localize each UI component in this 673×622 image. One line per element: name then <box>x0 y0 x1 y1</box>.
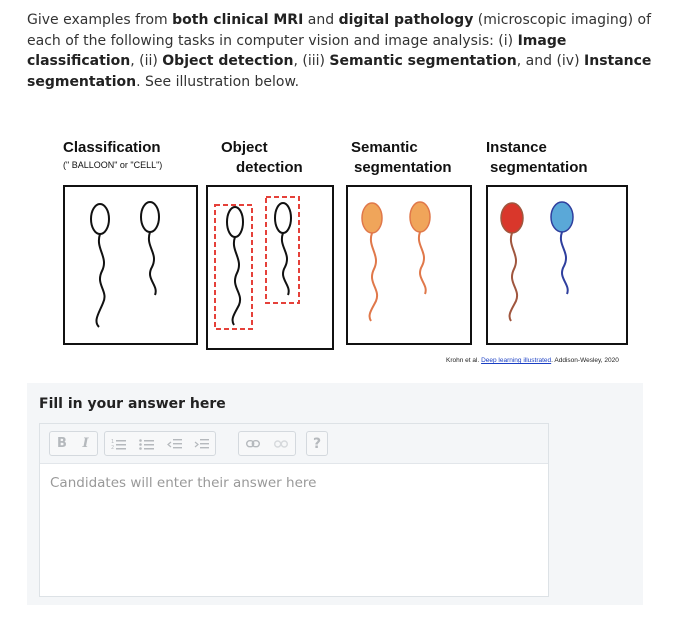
link-group <box>238 431 296 456</box>
credit-publisher: . Addison-Wesley, 2020 <box>551 357 619 364</box>
question-text-segment: , and (iv) <box>516 53 585 69</box>
question-bold-term: digital pathology <box>338 12 474 28</box>
detection-balloons <box>214 196 300 330</box>
outdent-button[interactable] <box>161 432 189 455</box>
bullet-list-button[interactable] <box>133 432 161 455</box>
column-title-semantic-segmentation: segmentation <box>354 159 452 176</box>
classification-balloons <box>90 201 160 328</box>
editor-toolbar: B I 12 ? <box>40 424 548 464</box>
answer-textarea[interactable]: Candidates will enter their answer here <box>40 464 548 596</box>
question-bold-term: Object detection <box>162 53 294 69</box>
link-button[interactable] <box>239 432 267 455</box>
column-title-instance-segmentation: segmentation <box>490 159 588 176</box>
column-title-instance: Instance <box>486 139 547 156</box>
answer-label: Fill in your answer here <box>39 396 226 412</box>
bold-button[interactable]: B <box>50 432 74 455</box>
question-text-segment: and <box>303 12 339 28</box>
column-title-semantic: Semantic <box>351 139 418 156</box>
help-button[interactable]: ? <box>306 431 328 456</box>
numbered-list-icon: 12 <box>111 439 126 450</box>
question-bold-term: both clinical MRI <box>172 12 304 28</box>
italic-button[interactable]: I <box>74 432 97 455</box>
column-title-object: Object <box>221 139 268 156</box>
numbered-list-button[interactable]: 12 <box>105 432 133 455</box>
figure-credit: Krohn et al. Deep learning illustrated. … <box>446 357 619 364</box>
outdent-icon <box>167 438 182 448</box>
column-title-classification: Classification <box>63 139 161 156</box>
credit-link[interactable]: Deep learning illustrated <box>481 357 551 364</box>
list-group: 12 <box>104 431 216 456</box>
column-subtitle-classification: (" BALLOON" or "CELL") <box>63 160 163 170</box>
svg-text:2: 2 <box>111 445 114 450</box>
indent-icon <box>194 438 209 448</box>
instance-segmentation-panel <box>486 185 628 345</box>
classification-panel <box>63 185 198 345</box>
question-text-segment: Give examples from <box>27 12 173 28</box>
question-text: Give examples from both clinical MRI and… <box>27 10 657 92</box>
answer-editor: B I 12 ? Candidates will enter their ans… <box>39 423 549 597</box>
credit-authors: Krohn et al. <box>446 357 482 364</box>
format-group: B I <box>49 431 98 456</box>
question-text-segment: , (ii) <box>130 53 163 69</box>
column-title-detection: detection <box>236 159 303 176</box>
question-text-segment: , (iii) <box>293 53 330 69</box>
question-text-segment: . See illustration below. <box>136 73 300 90</box>
indent-button[interactable] <box>189 432 215 455</box>
illustration-figure: Classification (" BALLOON" or "CELL") Ob… <box>56 134 636 374</box>
unlink-button[interactable] <box>267 432 295 455</box>
object-detection-panel <box>206 185 334 350</box>
unlink-icon <box>274 439 288 448</box>
semantic-segmentation-panel <box>346 185 472 345</box>
link-icon <box>246 439 260 447</box>
answer-placeholder: Candidates will enter their answer here <box>50 475 317 491</box>
bullet-list-icon <box>139 438 154 450</box>
semantic-balloons <box>361 201 431 322</box>
question-bold-term: Semantic segmentation <box>329 53 517 69</box>
answer-section: Fill in your answer here B I 12 ? Candid… <box>27 383 643 605</box>
instance-balloons <box>500 201 574 322</box>
